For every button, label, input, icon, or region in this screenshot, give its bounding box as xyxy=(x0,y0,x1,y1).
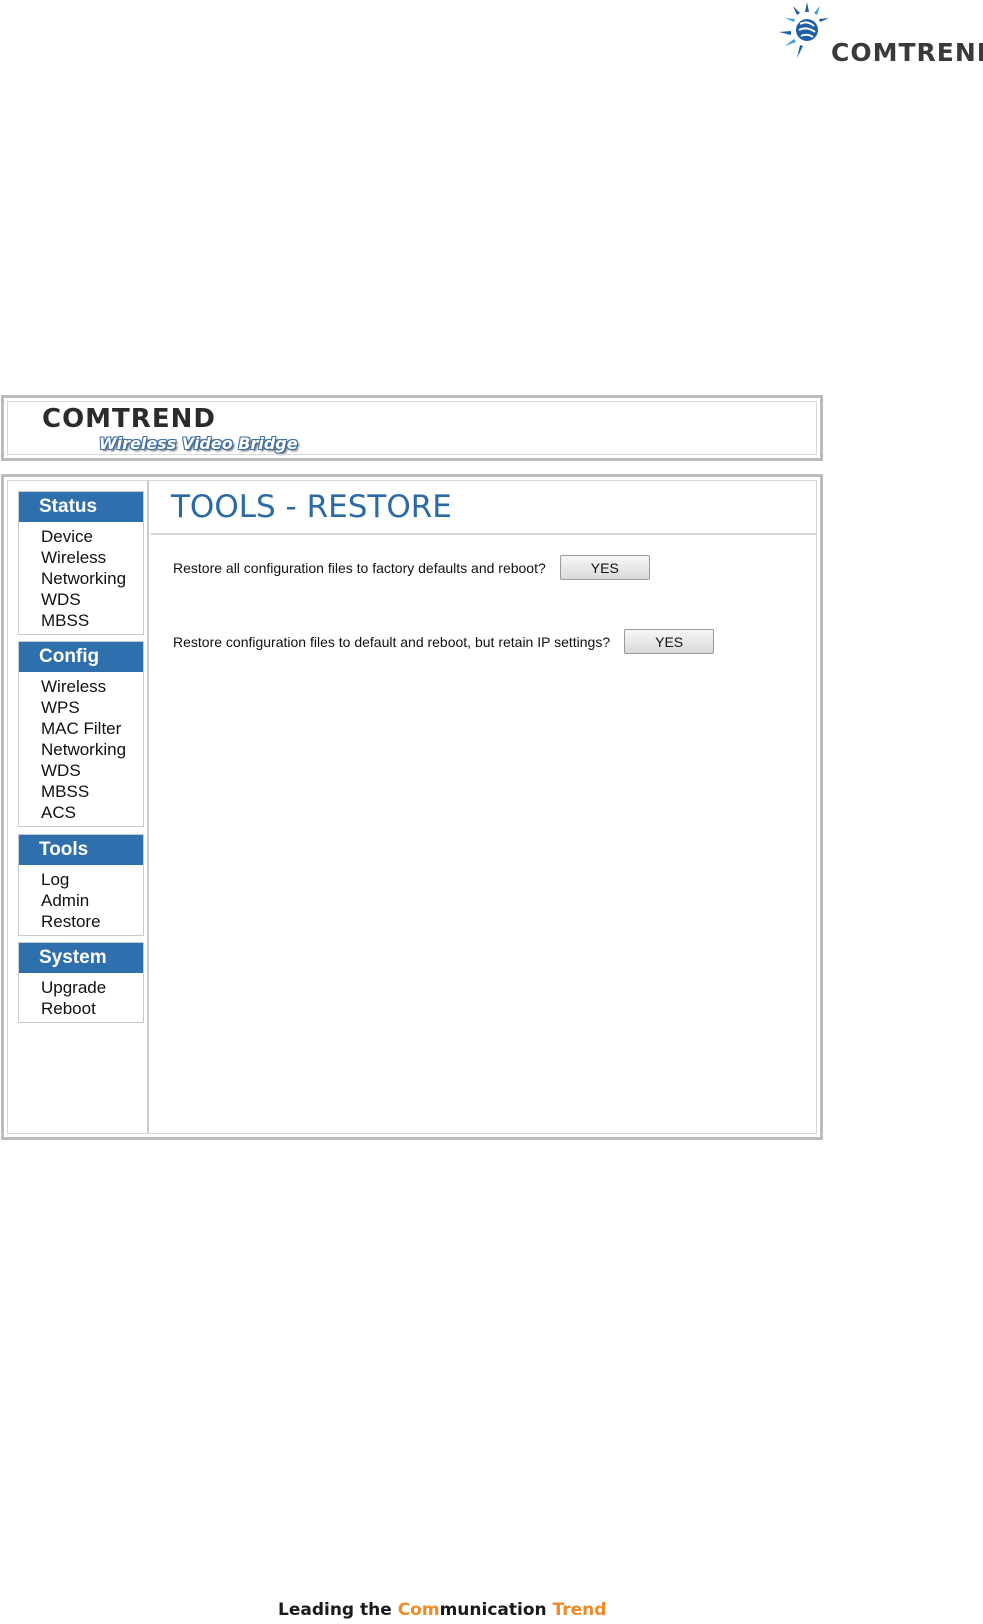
content-panel: TOOLS - RESTORE Restore all configuratio… xyxy=(151,481,816,1133)
brand-logo-text: COMTREND xyxy=(42,404,216,434)
restore-factory-row: Restore all configuration files to facto… xyxy=(173,555,650,580)
sidebar-item-config-mbss[interactable]: MBSS xyxy=(19,781,143,802)
footer-tagline-part1: Leading the xyxy=(278,1600,398,1620)
sidebar-item-config-wds[interactable]: WDS xyxy=(19,760,143,781)
comtrend-starburst-icon xyxy=(779,2,829,58)
restore-factory-yes-button[interactable]: YES xyxy=(559,555,650,580)
footer-tagline-part2: Com xyxy=(397,1600,440,1620)
sidebar-item-status-networking[interactable]: Networking xyxy=(19,568,143,589)
sidebar-item-config-networking[interactable]: Networking xyxy=(19,739,143,760)
comtrend-corporate-logo: COMTREND xyxy=(775,0,983,70)
sidebar-nav: Status Device Wireless Networking WDS MB… xyxy=(8,481,149,1133)
nav-group-tools: Tools Log Admin Restore xyxy=(18,834,144,936)
sidebar-item-status-wds[interactable]: WDS xyxy=(19,589,143,610)
comtrend-logo-text: COMTREND xyxy=(831,38,983,67)
sidebar-item-config-acs[interactable]: ACS xyxy=(19,802,143,823)
sidebar-item-config-wireless[interactable]: Wireless xyxy=(19,676,143,697)
nav-header-status: Status xyxy=(19,492,143,522)
sidebar-item-status-mbss[interactable]: MBSS xyxy=(19,610,143,631)
sidebar-item-system-reboot[interactable]: Reboot xyxy=(19,998,143,1019)
title-divider xyxy=(151,533,816,535)
sidebar-item-config-wps[interactable]: WPS xyxy=(19,697,143,718)
nav-header-system: System xyxy=(19,943,143,973)
sidebar-item-tools-admin[interactable]: Admin xyxy=(19,890,143,911)
sidebar-item-system-upgrade[interactable]: Upgrade xyxy=(19,977,143,998)
footer-tagline: Leading the Communication Trend xyxy=(278,1600,606,1620)
sidebar-item-tools-restore[interactable]: Restore xyxy=(19,911,143,932)
nav-header-tools: Tools xyxy=(19,835,143,865)
restore-retain-ip-yes-button[interactable]: YES xyxy=(624,629,715,654)
nav-group-status: Status Device Wireless Networking WDS MB… xyxy=(18,491,144,635)
page-title: TOOLS - RESTORE xyxy=(171,489,452,525)
sidebar-item-status-wireless[interactable]: Wireless xyxy=(19,547,143,568)
app-header: COMTREND Wireless Video Bridge xyxy=(1,395,823,461)
product-subtitle: Wireless Video Bridge xyxy=(99,434,298,453)
footer-tagline-part3: munication xyxy=(439,1600,553,1620)
main-frame: Status Device Wireless Networking WDS MB… xyxy=(1,474,823,1140)
nav-group-config: Config Wireless WPS MAC Filter Networkin… xyxy=(18,641,144,827)
sidebar-item-config-mac-filter[interactable]: MAC Filter xyxy=(19,718,143,739)
restore-retain-ip-row: Restore configuration files to default a… xyxy=(173,629,715,654)
restore-retain-ip-question: Restore configuration files to default a… xyxy=(173,633,611,650)
nav-header-config: Config xyxy=(19,642,143,672)
sidebar-item-status-device[interactable]: Device xyxy=(19,526,143,547)
footer-tagline-part4: Trend xyxy=(552,1600,607,1620)
sidebar-item-tools-log[interactable]: Log xyxy=(19,869,143,890)
nav-group-system: System Upgrade Reboot xyxy=(18,942,144,1023)
restore-factory-question: Restore all configuration files to facto… xyxy=(173,559,546,576)
